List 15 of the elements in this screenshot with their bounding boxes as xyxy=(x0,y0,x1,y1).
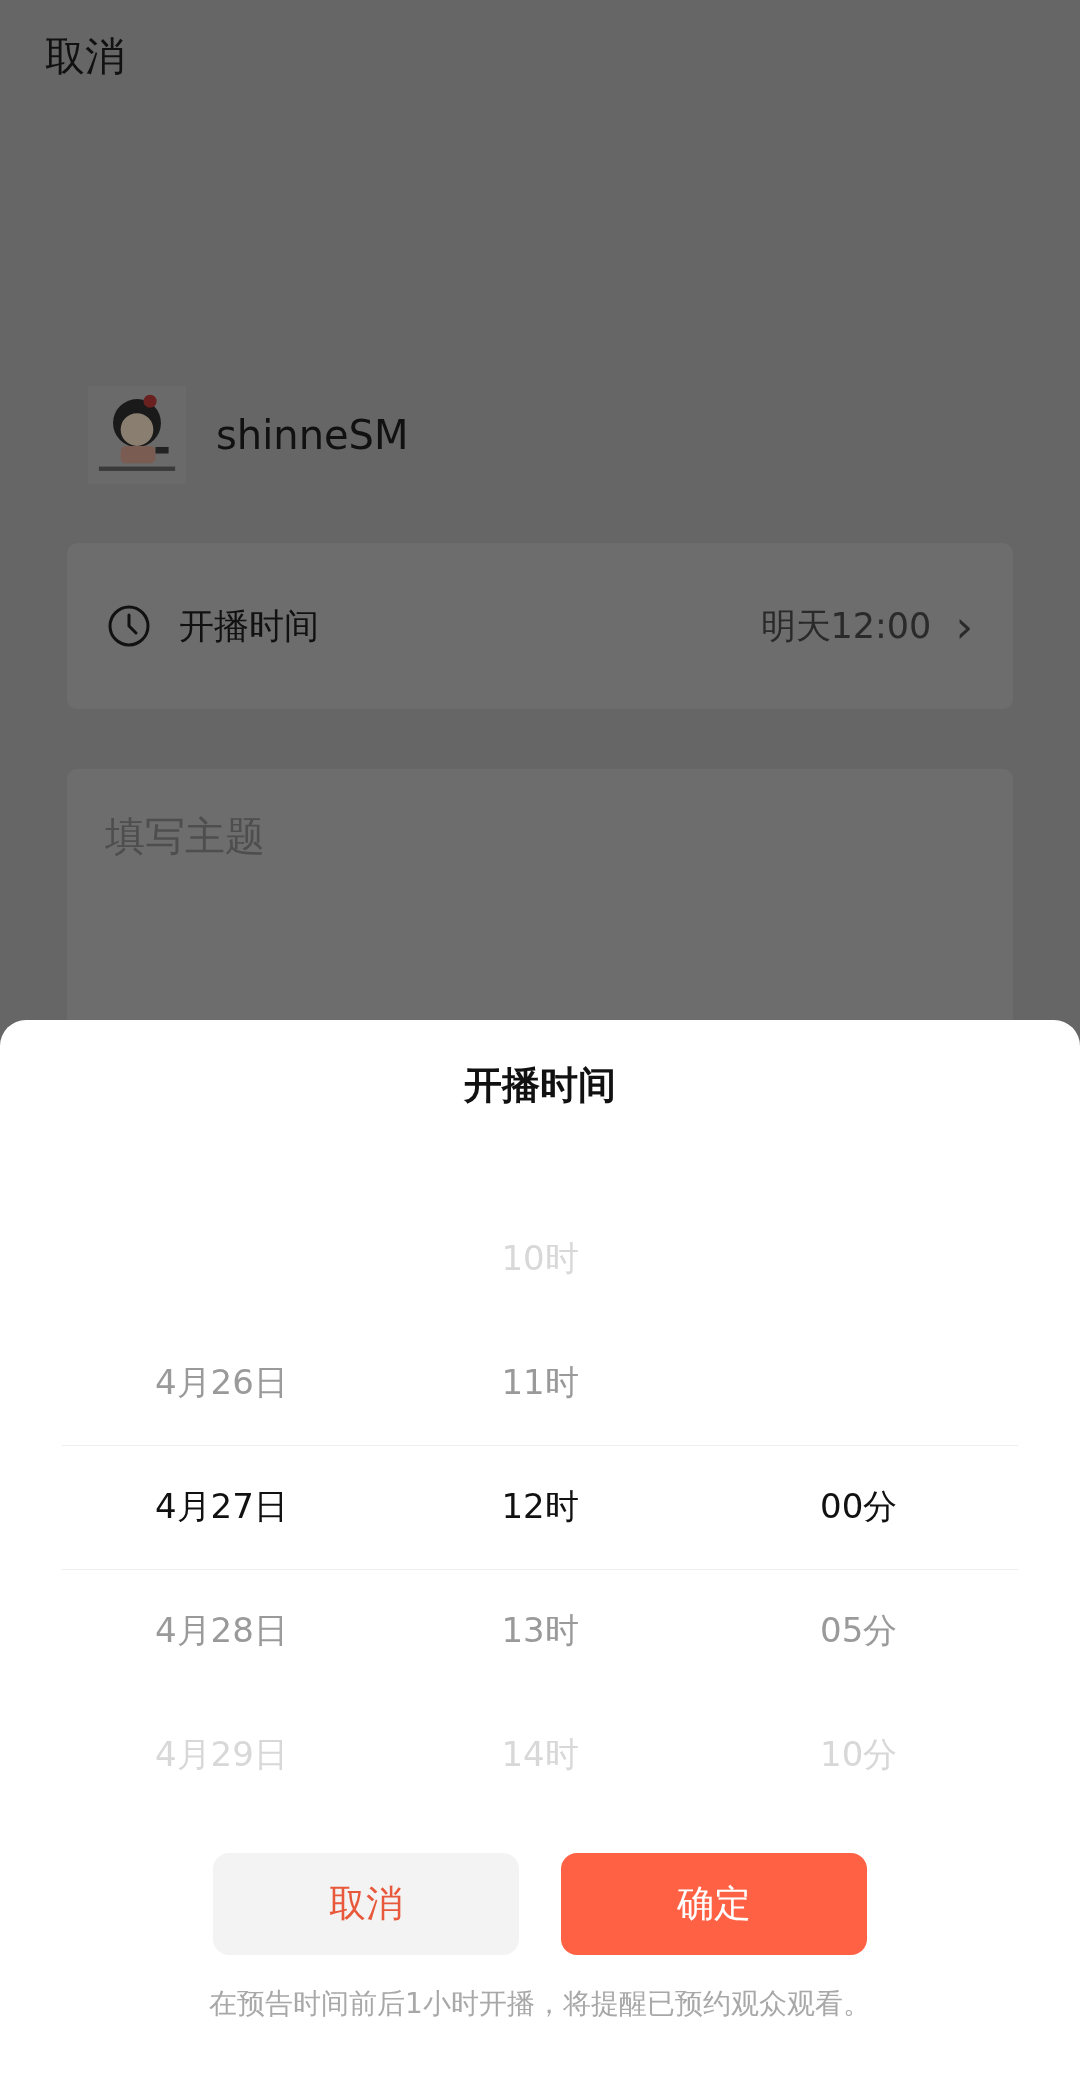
picker-option[interactable]: 05分 xyxy=(820,1608,898,1654)
picker-option[interactable]: 00分 xyxy=(820,1484,898,1530)
picker-option[interactable]: 4月27日 xyxy=(154,1484,288,1530)
start-time-row[interactable]: 开播时间 明天12:00 › xyxy=(67,543,1013,709)
user-name: shinneSM xyxy=(216,412,409,458)
cancel-button[interactable]: 取消 xyxy=(213,1853,519,1955)
picker-option[interactable]: 12时 xyxy=(501,1484,579,1530)
clock-icon xyxy=(107,604,151,648)
picker-option[interactable]: 13时 xyxy=(501,1608,579,1654)
hint-text: 在预告时间前后1小时开播，将提醒已预约观众观看。 xyxy=(208,1986,872,2022)
confirm-button[interactable]: 确定 xyxy=(561,1853,867,1955)
picker-option[interactable]: 4月28日 xyxy=(154,1608,288,1654)
picker-option[interactable]: 11时 xyxy=(501,1360,579,1406)
cancel-link[interactable]: 取消 xyxy=(45,33,125,79)
picker-option[interactable]: 4月26日 xyxy=(154,1360,288,1406)
